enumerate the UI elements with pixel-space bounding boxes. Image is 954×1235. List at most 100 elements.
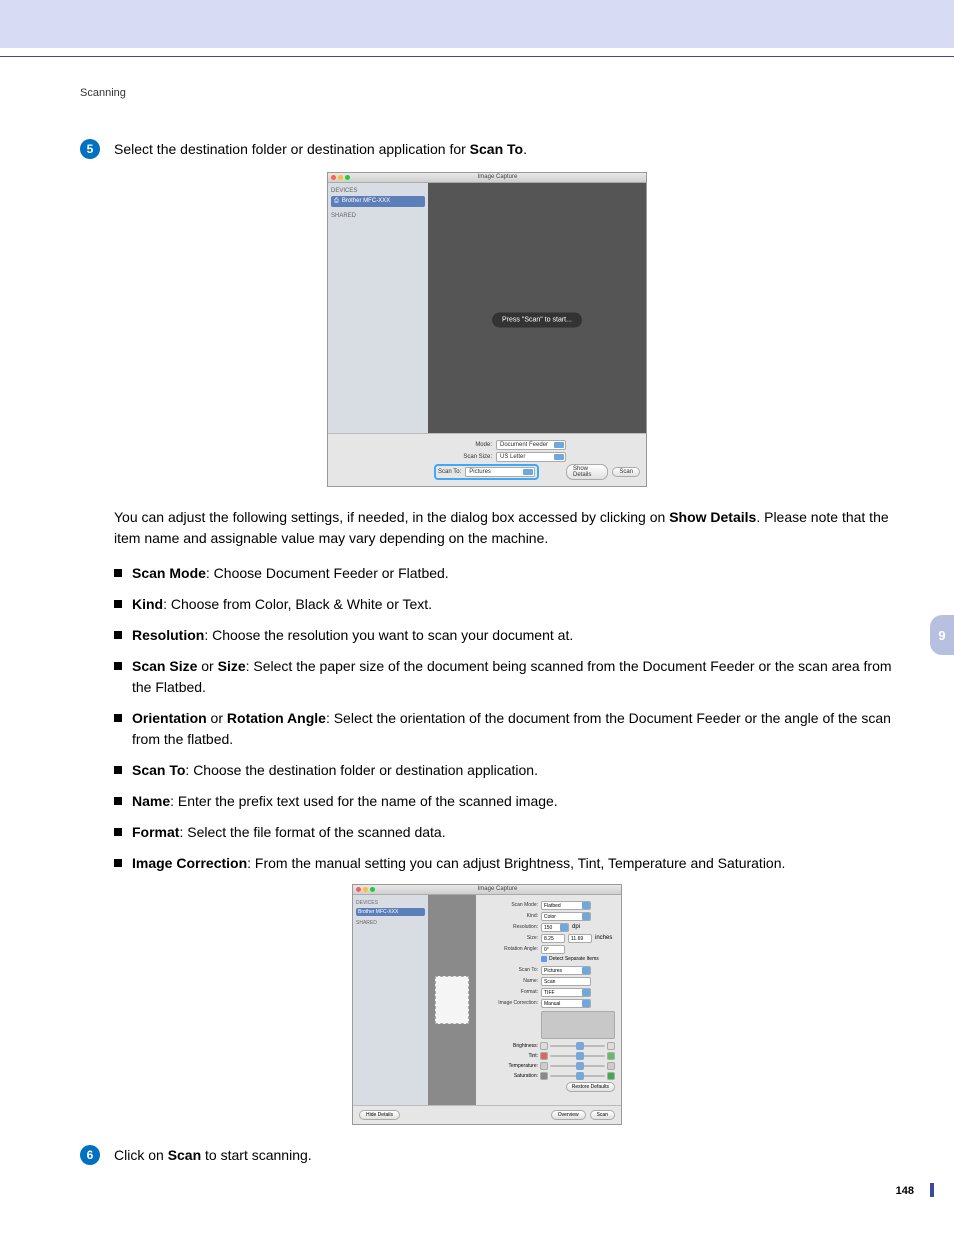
bullet-icon — [114, 600, 122, 608]
scansize-select[interactable]: US Letter — [496, 452, 566, 462]
scanto-label: Scan To: — [438, 469, 461, 475]
sat-low-icon — [540, 1072, 548, 1080]
sc1-title: Image Capture — [352, 174, 643, 180]
sat-high-icon — [607, 1072, 615, 1080]
minimize-icon[interactable] — [363, 887, 368, 892]
scan-button[interactable]: Scan — [590, 1110, 615, 1120]
page-number: 148 — [896, 1185, 914, 1197]
sc1-hint: Press "Scan" to start... — [492, 313, 582, 328]
resolution-select[interactable]: 150 — [541, 923, 569, 932]
size-label: Size: — [482, 935, 538, 941]
tint-red-icon — [540, 1052, 548, 1060]
scansize-label: Scan Size: — [434, 454, 492, 460]
bullet-icon — [114, 859, 122, 867]
tint-green-icon — [607, 1052, 615, 1060]
hide-details-button[interactable]: Hide Details — [359, 1110, 400, 1120]
device-item[interactable]: ⎙ Brother MFC-XXX — [331, 196, 425, 207]
bullet-image-correction: Image Correction: From the manual settin… — [114, 853, 894, 874]
temp-warm-icon — [607, 1062, 615, 1070]
size-height-input[interactable]: 11.69 — [568, 934, 592, 943]
intro-paragraph: You can adjust the following settings, i… — [114, 507, 894, 549]
sc2-preview — [428, 895, 476, 1105]
scanmode-label: Scan Mode: — [482, 902, 538, 908]
bullet-list: Scan Mode: Choose Document Feeder or Fla… — [114, 563, 894, 874]
screenshot-2-wrap: Image Capture DEVICES Brother MFC-XXX SH… — [80, 884, 894, 1125]
sc2-titlebar: Image Capture — [353, 885, 621, 895]
sc2-bottom-bar: Hide Details Overview Scan — [353, 1105, 621, 1124]
step-6: 6 Click on Scan to start scanning. — [80, 1145, 894, 1166]
name-input[interactable]: Scan — [541, 977, 591, 986]
bullet-kind: Kind: Choose from Color, Black & White o… — [114, 594, 894, 615]
chapter-tab[interactable]: 9 — [930, 615, 954, 655]
zoom-icon[interactable] — [370, 887, 375, 892]
imagecorr-select[interactable]: Manual — [541, 999, 591, 1008]
bullet-orientation: Orientation or Rotation Angle: Select th… — [114, 708, 894, 750]
temperature-slider[interactable]: Temperature: — [482, 1062, 615, 1070]
bullet-scan-size: Scan Size or Size: Select the paper size… — [114, 656, 894, 698]
size-width-input[interactable]: 8.25 — [541, 934, 565, 943]
mode-select[interactable]: Document Feeder — [496, 440, 566, 450]
sc2-sidebar: DEVICES Brother MFC-XXX SHARED — [353, 895, 428, 1105]
scanmode-select[interactable]: Flatbed — [541, 901, 591, 910]
screenshot-1: Image Capture DEVICES ⎙ Brother MFC-XXX … — [327, 172, 647, 487]
bullet-name: Name: Enter the prefix text used for the… — [114, 791, 894, 812]
checkbox-icon — [541, 956, 547, 962]
format-select[interactable]: TIFF — [541, 988, 591, 997]
mode-label: Mode: — [434, 442, 492, 448]
printer-icon: ⎙ — [334, 198, 339, 205]
sc1-sidebar: DEVICES ⎙ Brother MFC-XXX SHARED — [328, 183, 428, 433]
preview-page[interactable] — [435, 976, 469, 1024]
sc1-controls: Mode: Document Feeder Scan Size: US Lett… — [328, 433, 646, 486]
close-icon[interactable] — [356, 887, 361, 892]
tint-slider[interactable]: Tint: — [482, 1052, 615, 1060]
device-item[interactable]: Brother MFC-XXX — [356, 908, 425, 916]
bullet-icon — [114, 631, 122, 639]
bullet-icon — [114, 828, 122, 836]
sun-bright-icon — [607, 1042, 615, 1050]
kind-select[interactable]: Color — [541, 912, 591, 921]
bullet-icon — [114, 797, 122, 805]
rotation-label: Rotation Angle: — [482, 946, 538, 952]
screenshot-1-wrap: Image Capture DEVICES ⎙ Brother MFC-XXX … — [80, 172, 894, 487]
step-5: 5 Select the destination folder or desti… — [80, 139, 894, 160]
step-5-text: Select the destination folder or destina… — [114, 139, 527, 160]
bullet-format: Format: Select the file format of the sc… — [114, 822, 894, 843]
screenshot-2: Image Capture DEVICES Brother MFC-XXX SH… — [352, 884, 622, 1125]
zoom-icon[interactable] — [345, 175, 350, 180]
step-5-badge: 5 — [80, 139, 100, 159]
bullet-icon — [114, 766, 122, 774]
scanto-select[interactable]: Pictures — [465, 467, 535, 477]
bullet-icon — [114, 714, 122, 722]
bullet-icon — [114, 662, 122, 670]
close-icon[interactable] — [331, 175, 336, 180]
sc1-titlebar: Image Capture — [328, 173, 646, 183]
rotation-input[interactable]: 0° — [541, 945, 565, 954]
scanto-select[interactable]: Pictures — [541, 966, 591, 975]
resolution-label: Resolution: — [482, 924, 538, 930]
sc2-controls: Scan Mode:Flatbed Kind:Color Resolution:… — [476, 895, 621, 1105]
imagecorr-label: Image Correction: — [482, 1000, 538, 1006]
section-title: Scanning — [80, 87, 894, 99]
step-6-badge: 6 — [80, 1145, 100, 1165]
detect-checkbox[interactable]: Detect Separate Items — [541, 956, 615, 962]
minimize-icon[interactable] — [338, 175, 343, 180]
devices-header: DEVICES — [356, 900, 425, 906]
step-6-text: Click on Scan to start scanning. — [114, 1145, 312, 1166]
sc1-preview: Press "Scan" to start... — [428, 183, 646, 433]
devices-header: DEVICES — [331, 188, 425, 194]
scan-button[interactable]: Scan — [612, 467, 640, 477]
bullet-icon — [114, 569, 122, 577]
sc2-title: Image Capture — [377, 886, 618, 892]
scan-to-highlight: Scan To: Pictures — [434, 464, 539, 480]
overview-button[interactable]: Overview — [551, 1110, 586, 1120]
restore-defaults-button[interactable]: Restore Defaults — [566, 1082, 615, 1092]
kind-label: Kind: — [482, 913, 538, 919]
saturation-slider[interactable]: Saturation: — [482, 1072, 615, 1080]
bullet-scan-to: Scan To: Choose the destination folder o… — [114, 760, 894, 781]
brightness-slider[interactable]: Brightness: — [482, 1042, 615, 1050]
page-number-bar — [930, 1183, 934, 1197]
sun-dim-icon — [540, 1042, 548, 1050]
temp-cool-icon — [540, 1062, 548, 1070]
show-details-button[interactable]: Show Details — [566, 464, 608, 480]
scanto-label: Scan To: — [482, 967, 538, 973]
